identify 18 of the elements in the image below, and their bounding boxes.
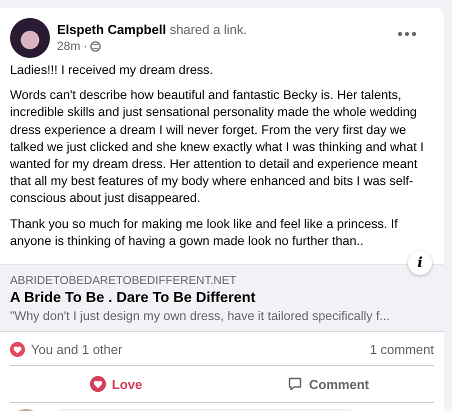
comment-button[interactable]: Comment [222, 370, 434, 398]
post-time[interactable]: 28m [57, 38, 80, 55]
link-title[interactable]: A Bride To Be . Dare To Be Different [10, 290, 434, 306]
author-name[interactable]: Elspeth Campbell [57, 22, 166, 37]
separator: · [83, 38, 88, 55]
globe-icon [90, 41, 102, 52]
link-domain: ABRIDETOBEDARETOBEDIFFERENT.NET [10, 275, 238, 288]
post-paragraph: Ladies!!! I received my dream dress. [10, 62, 214, 79]
post-paragraph: Words can't describe how beautiful and fantastic Becky is. Her talents, incredible skills and just sensational personality made the whole wedding dress experience a dream I will never forget. From the very first day we talked we just clicked and she knew exactly what I was thinking and what I wanted for my dream dress. Her attention to detail and experience meant that all my best features of my body where enhanced and bits I was self-conscious about just disappeared. [10, 87, 425, 208]
reaction-summary[interactable]: You and 1 other [31, 342, 122, 358]
comment-count[interactable]: 1 comment [370, 342, 434, 358]
comment-icon [287, 376, 304, 392]
post-paragraph: Thank you so much for making me look like and feel like a princess. If anyone is thinking of having a gown made look no further than.. [10, 216, 399, 250]
link-description: "Why don't I just design my own dress, have it tailored specifically f... [10, 309, 391, 324]
love-button[interactable]: Love [10, 370, 222, 398]
post-action: shared a link. [170, 22, 248, 37]
info-button[interactable]: i [408, 251, 432, 275]
avatar[interactable] [10, 18, 50, 58]
